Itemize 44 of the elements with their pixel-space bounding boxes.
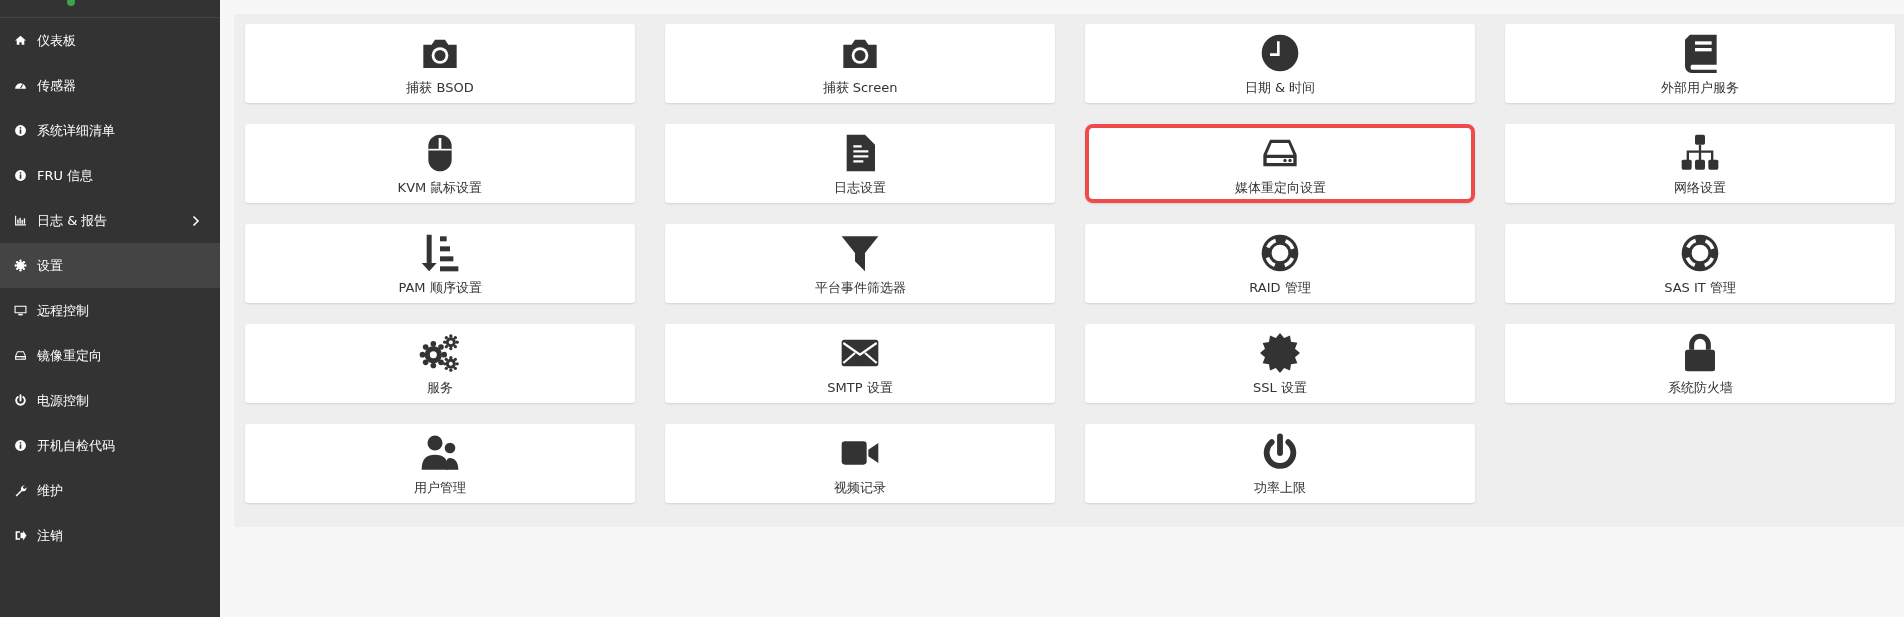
settings-tile[interactable]: 服务 [245,324,635,403]
sidebar-item[interactable]: 仪表板 [0,18,220,63]
settings-tile[interactable]: 日期 & 时间 [1085,24,1475,103]
sidebar-item[interactable]: 维护 [0,468,220,513]
settings-tile[interactable]: KVM 鼠标设置 [245,124,635,203]
settings-tile[interactable]: SMTP 设置 [665,324,1055,403]
settings-icon [14,259,27,272]
wrench-icon [14,484,27,497]
settings-tile[interactable]: SSL 设置 [1085,324,1475,403]
info-icon [14,124,27,137]
hard-drive-icon [14,349,27,362]
sign-out-icon [14,529,27,542]
settings-tile[interactable]: 用户管理 [245,424,635,503]
gears-icon [418,333,462,373]
settings-tile[interactable]: SAS IT 管理 [1505,224,1895,303]
settings-tile[interactable]: 媒体重定向设置 [1085,124,1475,203]
settings-tile[interactable]: RAID 管理 [1085,224,1475,303]
sidebar-item[interactable]: 镜像重定向 [0,333,220,378]
settings-tile[interactable]: 网络设置 [1505,124,1895,203]
settings-tile[interactable]: PAM 顺序设置 [245,224,635,303]
info-icon [14,169,27,182]
settings-tile[interactable]: 平台事件筛选器 [665,224,1055,303]
settings-tile[interactable]: 功率上限 [1085,424,1475,503]
sidebar-item[interactable]: 日志 & 报告 [0,198,220,243]
monitor-icon [14,304,27,317]
settings-tile[interactable]: 外部用户服务 [1505,24,1895,103]
home-icon [14,34,27,47]
settings-tile[interactable]: 捕获 BSOD [245,24,635,103]
certificate-icon [1258,333,1302,373]
settings-tile[interactable]: 日志设置 [665,124,1055,203]
sidebar-item[interactable]: 系统详细清单 [0,108,220,153]
settings-tile[interactable]: 捕获 Screen [665,24,1055,103]
power-icon [14,394,27,407]
settings-tile[interactable]: 视频记录 [665,424,1055,503]
sidebar-item[interactable]: 设置 [0,243,220,288]
bar-chart-icon [14,214,27,227]
settings-tile[interactable]: 系统防火墙 [1505,324,1895,403]
sidebar-item[interactable]: 开机自检代码 [0,423,220,468]
sidebar-item[interactable]: FRU 信息 [0,153,220,198]
sidebar-item[interactable]: 注销 [0,513,220,558]
sidebar-item[interactable]: 传感器 [0,63,220,108]
sidebar-item[interactable]: 电源控制 [0,378,220,423]
sidebar-item[interactable]: 远程控制 [0,288,220,333]
info-icon [14,439,27,452]
